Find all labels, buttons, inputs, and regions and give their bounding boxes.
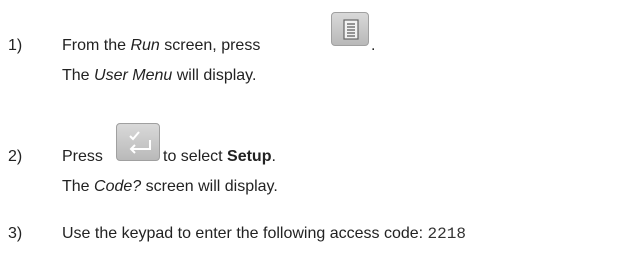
step-1-number: 1) — [8, 37, 23, 54]
run-screen-label: Run — [130, 37, 160, 54]
step-1-line-2: The User Menu will display. — [62, 67, 257, 84]
step-2-line-1: to select Setup. — [163, 148, 276, 165]
menu-list-key-icon — [331, 12, 369, 46]
access-code: 2218 — [427, 225, 466, 243]
step-2-line-2: The Code? screen will display. — [62, 178, 278, 195]
step-3-line-1: Use the keypad to enter the following ac… — [62, 225, 466, 243]
step-2-number: 2) — [8, 148, 23, 165]
step-3-number: 3) — [8, 225, 23, 242]
check-enter-key-icon — [116, 123, 160, 161]
user-menu-label: User Menu — [94, 67, 173, 84]
step-1-line-1: From the Run screen, press — [62, 37, 261, 54]
code-screen-label: Code? — [94, 178, 142, 195]
setup-label: Setup — [227, 148, 272, 165]
